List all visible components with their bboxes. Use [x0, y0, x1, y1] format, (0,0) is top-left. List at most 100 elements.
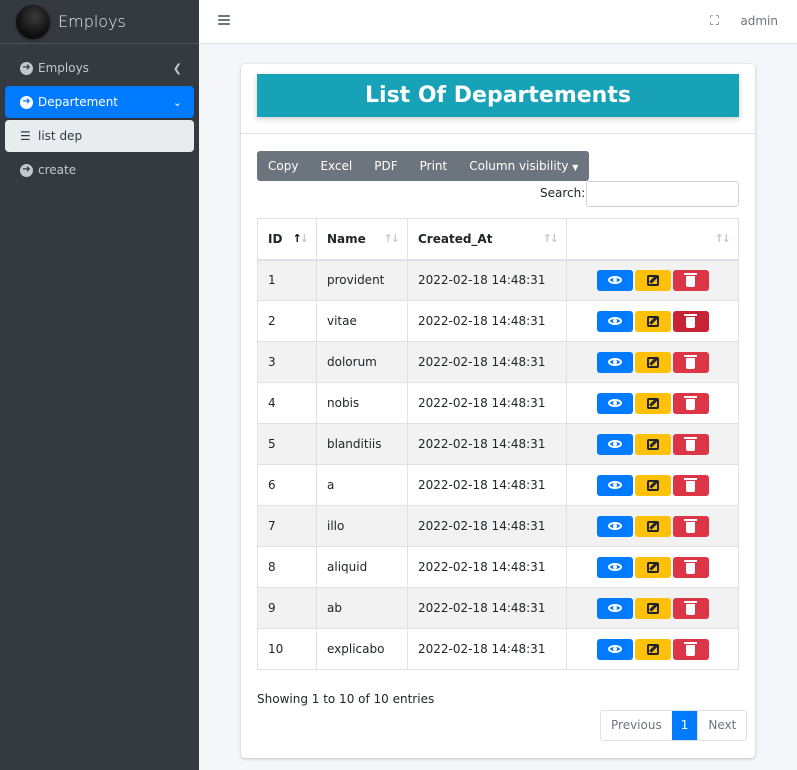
- sort-icon: ↑↓: [383, 232, 401, 245]
- view-button[interactable]: [596, 515, 633, 537]
- sidebar-item-create[interactable]: ➜ create: [5, 154, 194, 186]
- delete-button[interactable]: [672, 351, 709, 373]
- edit-icon: [646, 356, 659, 368]
- delete-button[interactable]: [672, 515, 709, 537]
- hamburger-icon[interactable]: [218, 14, 230, 26]
- edit-button[interactable]: [634, 638, 671, 660]
- view-button[interactable]: [596, 310, 633, 332]
- trash-icon: [684, 272, 697, 287]
- edit-icon: [646, 315, 659, 327]
- table-row: 10 explicabo 2022-02-18 14:48:31: [257, 628, 739, 670]
- edit-icon: [646, 561, 659, 573]
- copy-button[interactable]: Copy: [257, 151, 309, 181]
- view-button[interactable]: [596, 433, 633, 455]
- trash-icon: [684, 518, 697, 533]
- column-header-id[interactable]: ID ↑↓: [257, 218, 317, 261]
- edit-button[interactable]: [634, 269, 671, 291]
- eye-icon: [607, 358, 622, 366]
- view-button[interactable]: [596, 474, 633, 496]
- view-button[interactable]: [596, 556, 633, 578]
- delete-button[interactable]: [672, 269, 709, 291]
- delete-button[interactable]: [672, 638, 709, 660]
- delete-button[interactable]: [672, 597, 709, 619]
- edit-button[interactable]: [634, 515, 671, 537]
- trash-icon: [684, 354, 697, 369]
- edit-button[interactable]: [634, 310, 671, 332]
- view-button[interactable]: [596, 638, 633, 660]
- sidebar-item-label: Departement: [38, 95, 118, 109]
- column-header-label: ID: [268, 231, 283, 246]
- cell-created-at: 2022-02-18 14:48:31: [407, 300, 567, 342]
- cell-name: ab: [316, 587, 408, 629]
- brand-link[interactable]: Employs: [0, 0, 199, 44]
- eye-icon: [607, 276, 622, 285]
- table-row: 1 provident 2022-02-18 14:48:31: [257, 259, 739, 301]
- eye-icon: [607, 440, 622, 448]
- previous-button[interactable]: Previous: [601, 711, 672, 740]
- sort-asc-icon: ↑↓: [292, 232, 310, 245]
- edit-button[interactable]: [634, 597, 671, 619]
- delete-button[interactable]: [672, 474, 709, 496]
- column-header-name[interactable]: Name ↑↓: [316, 218, 408, 261]
- eye-icon: [607, 522, 622, 530]
- cell-name: vitae: [316, 300, 408, 342]
- cell-id: 9: [257, 587, 317, 629]
- cell-actions: [566, 587, 739, 629]
- view-button[interactable]: [596, 597, 633, 619]
- sidebar-item-departement[interactable]: ➜ Departement ⌄: [5, 86, 194, 118]
- cell-actions: [566, 464, 739, 506]
- chevron-down-icon: ⌄: [172, 95, 182, 109]
- brand-name: Employs: [58, 12, 126, 31]
- cell-id: 7: [257, 505, 317, 547]
- search-input[interactable]: [586, 181, 739, 207]
- cell-created-at: 2022-02-18 14:48:31: [407, 464, 567, 506]
- next-button[interactable]: Next: [697, 711, 746, 740]
- column-visibility-button[interactable]: Column visibility ▼: [458, 151, 589, 181]
- pdf-button[interactable]: PDF: [363, 151, 408, 181]
- user-menu[interactable]: admin: [740, 14, 778, 28]
- edit-button[interactable]: [634, 433, 671, 455]
- edit-icon: [646, 520, 659, 532]
- delete-button[interactable]: [672, 392, 709, 414]
- column-header-actions[interactable]: ↑↓: [566, 218, 739, 261]
- cell-created-at: 2022-02-18 14:48:31: [407, 505, 567, 547]
- sidebar-item-list-dep[interactable]: ☰ list dep: [5, 120, 194, 152]
- edit-icon: [646, 397, 659, 409]
- column-visibility-label: Column visibility: [469, 159, 569, 173]
- cell-actions: [566, 505, 739, 547]
- edit-button[interactable]: [634, 474, 671, 496]
- table-row: 6 a 2022-02-18 14:48:31: [257, 464, 739, 506]
- cell-id: 5: [257, 423, 317, 465]
- view-button[interactable]: [596, 392, 633, 414]
- view-button[interactable]: [596, 269, 633, 291]
- page-1-button[interactable]: 1: [671, 711, 698, 740]
- cell-created-at: 2022-02-18 14:48:31: [407, 382, 567, 424]
- eye-icon: [607, 317, 622, 325]
- excel-button[interactable]: Excel: [309, 151, 363, 181]
- print-button[interactable]: Print: [409, 151, 459, 181]
- delete-button[interactable]: [672, 310, 709, 332]
- trash-icon: [684, 641, 697, 656]
- edit-icon: [646, 602, 659, 614]
- eye-icon: [607, 563, 622, 571]
- expand-icon[interactable]: ⛶: [710, 14, 719, 29]
- sidebar-item-employs[interactable]: ➜ Employs ❮: [5, 52, 194, 84]
- eye-icon: [607, 399, 622, 407]
- delete-button[interactable]: [672, 433, 709, 455]
- edit-button[interactable]: [634, 351, 671, 373]
- cell-id: 1: [257, 259, 317, 301]
- edit-button[interactable]: [634, 392, 671, 414]
- cell-actions: [566, 259, 739, 301]
- sort-icon: ↑↓: [714, 232, 732, 245]
- view-button[interactable]: [596, 351, 633, 373]
- cell-name: a: [316, 464, 408, 506]
- trash-icon: [684, 477, 697, 492]
- eye-icon: [607, 604, 622, 612]
- chevron-left-icon: ❮: [172, 61, 182, 75]
- eye-icon: [607, 481, 622, 489]
- edit-button[interactable]: [634, 556, 671, 578]
- departements-card: List Of Departements Copy Excel PDF Prin…: [241, 64, 755, 758]
- column-header-created-at[interactable]: Created_At ↑↓: [407, 218, 567, 261]
- table-row: 9 ab 2022-02-18 14:48:31: [257, 587, 739, 629]
- delete-button[interactable]: [672, 556, 709, 578]
